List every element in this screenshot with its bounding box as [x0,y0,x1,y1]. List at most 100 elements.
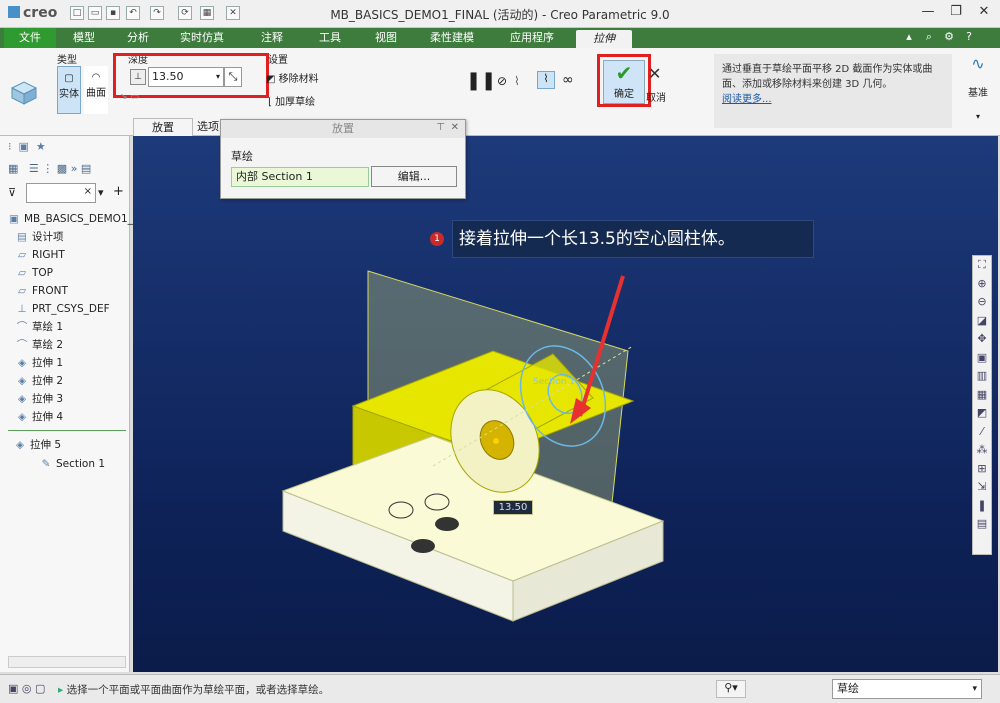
datum-label[interactable]: 基准 [968,84,988,99]
chevron-up-icon[interactable]: ▴ [902,30,916,43]
pin-icon[interactable]: ⊤ [436,122,445,133]
menu-model[interactable]: 模型 [58,28,110,48]
cancel-icon[interactable]: ✕ [648,64,661,83]
window-icon[interactable]: ▦ [200,6,214,20]
dropdown-icon[interactable]: ▾ [972,680,977,698]
clear-icon[interactable]: × [84,186,92,197]
doc-icon[interactable]: ▤ [81,162,91,175]
menu-annotate[interactable]: 注释 [246,28,298,48]
menu-live-sim[interactable]: 实时仿真 [170,28,234,48]
close-window-icon[interactable]: ✕ [226,6,240,20]
grid-icon[interactable]: ▩ [57,162,67,175]
find-icon[interactable]: ⚲▾ [716,680,746,698]
settings-icon[interactable]: ⚙ [942,30,956,43]
view-manager-icon[interactable]: ▦ [973,386,991,405]
tree-item-top[interactable]: ▱ TOP [16,264,53,282]
zoom-in-icon[interactable]: ⊕ [973,275,991,294]
regenerate-icon[interactable]: ⟳ [178,6,192,20]
fullscreen-icon[interactable]: ▢ [35,682,45,695]
close-icon[interactable]: ✕ [451,122,459,133]
read-more-link[interactable]: 阅读更多... [722,94,772,105]
tree-search-input[interactable]: × [26,183,96,203]
attached-preview-icon[interactable]: ⌇ [514,74,520,88]
repaint-icon[interactable]: ◪ [973,312,991,331]
columns-icon[interactable]: ⋮ [42,162,53,175]
browser-icon[interactable]: ◎ [22,682,32,695]
tree-item-extrude4[interactable]: ◈ 拉伸 4 [16,408,63,426]
sketch-icon: ⌒ [16,321,28,333]
minimize-button[interactable]: — [914,4,942,22]
settings-icon[interactable]: ▦ [8,162,18,175]
solid-icon: ▢ [64,73,74,84]
pan-icon[interactable]: ✥ [973,330,991,349]
menu-analysis[interactable]: 分析 [112,28,164,48]
solid-button[interactable]: ▢ 实体 [57,66,81,114]
tree-item-design[interactable]: ▤ 设计项 [16,228,63,246]
section-collector[interactable]: 内部 Section 1 [231,167,369,187]
menu-apps[interactable]: 应用程序 [500,28,564,48]
tree-item-sketch1[interactable]: ⌒ 草绘 1 [16,318,63,336]
chevron-down-icon[interactable]: ▾ [976,112,980,121]
zoom-out-icon[interactable]: ⊖ [973,293,991,312]
search-icon[interactable]: ⌕ [922,30,936,44]
undo-icon[interactable]: ↶ [126,6,140,20]
redo-icon[interactable]: ↷ [150,6,164,20]
add-icon[interactable]: + [113,184,124,199]
more-icon[interactable]: » [71,162,78,175]
settings-label: 设置 [268,55,288,66]
tree-item-extrude3[interactable]: ◈ 拉伸 3 [16,390,63,408]
tree-item-root[interactable]: ▣ MB_BASICS_DEMO1_ [8,210,133,228]
menu-flexible[interactable]: 柔性建模 [420,28,484,48]
surface-button[interactable]: ◠ 曲面 [84,66,108,114]
tab-placement[interactable]: 放置 [133,118,193,136]
tree-scrollbar[interactable] [8,656,126,668]
refit-icon[interactable]: ⛶ [973,256,991,275]
favorites-tab-icon[interactable]: ★ [36,140,46,153]
detached-preview-icon[interactable]: ⌇ [537,71,555,89]
thicken-sketch-option[interactable]: ⌊ 加厚草绘 [268,93,315,108]
maximize-button[interactable]: ❐ [942,4,970,22]
tree-item-extrude1[interactable]: ◈ 拉伸 1 [16,354,63,372]
tree-item-front[interactable]: ▱ FRONT [16,282,68,300]
depth-dimension[interactable]: 13.50 [493,500,533,515]
cancel-button[interactable]: 取消 [646,89,666,104]
annotation-display-icon[interactable]: ⁂ [973,441,991,460]
tree-item-sketch2[interactable]: ⌒ 草绘 2 [16,336,63,354]
sketch-view-icon[interactable]: ⇲ [973,478,991,497]
menu-view[interactable]: 视图 [360,28,412,48]
edit-button[interactable]: 编辑... [371,166,457,187]
perspective-icon[interactable]: ◩ [973,404,991,423]
verify-icon[interactable]: ∞ [562,72,574,88]
sketch-icon: ⌒ [16,339,28,351]
tree-item-csys[interactable]: ⊥ PRT_CSYS_DEF [16,300,109,318]
no-preview-icon[interactable]: ⊘ [497,74,507,88]
new-file-icon[interactable]: □ [70,6,84,20]
help-icon[interactable]: ? [962,30,976,43]
tree-item-extrude5[interactable]: ◈ 拉伸 5 [14,436,61,454]
tree-item-right[interactable]: ▱ RIGHT [16,246,65,264]
remove-material-option[interactable]: ◩ 移除材料 [266,70,319,85]
pause-icon[interactable]: ❚❚ [466,70,496,91]
pause-view-icon[interactable]: ❚ [973,497,991,516]
menu-file[interactable]: 文件 [4,28,56,48]
display-style-icon[interactable]: ▣ [973,349,991,368]
model-tree-tab-icon[interactable]: ⁝ [8,140,12,153]
menu-tools[interactable]: 工具 [304,28,356,48]
folder-tab-icon[interactable]: ▣ [19,140,29,153]
datum-icon[interactable]: ∿ [964,54,992,78]
spin-center-icon[interactable]: ⊞ [973,460,991,479]
saved-views-icon[interactable]: ▥ [973,367,991,386]
close-button[interactable]: ✕ [970,4,998,22]
selection-filter[interactable]: 草绘 ▾ [832,679,982,699]
open-file-icon[interactable]: ▭ [88,6,102,20]
list-icon[interactable]: ☰ [29,162,39,175]
tree-item-extrude2[interactable]: ◈ 拉伸 2 [16,372,63,390]
save-icon[interactable]: ▪ [106,6,120,20]
graphics-viewport[interactable]: Section 1 [133,136,998,672]
scroll-icon[interactable]: ▾ [98,186,104,199]
more-view-icon[interactable]: ▤ [973,515,991,534]
datum-display-icon[interactable]: ⁄ [973,423,991,442]
menu-extrude[interactable]: 拉伸 [576,30,632,48]
tree-item-section1[interactable]: ✎ Section 1 [40,455,105,473]
layout-icon[interactable]: ▣ [8,682,18,695]
